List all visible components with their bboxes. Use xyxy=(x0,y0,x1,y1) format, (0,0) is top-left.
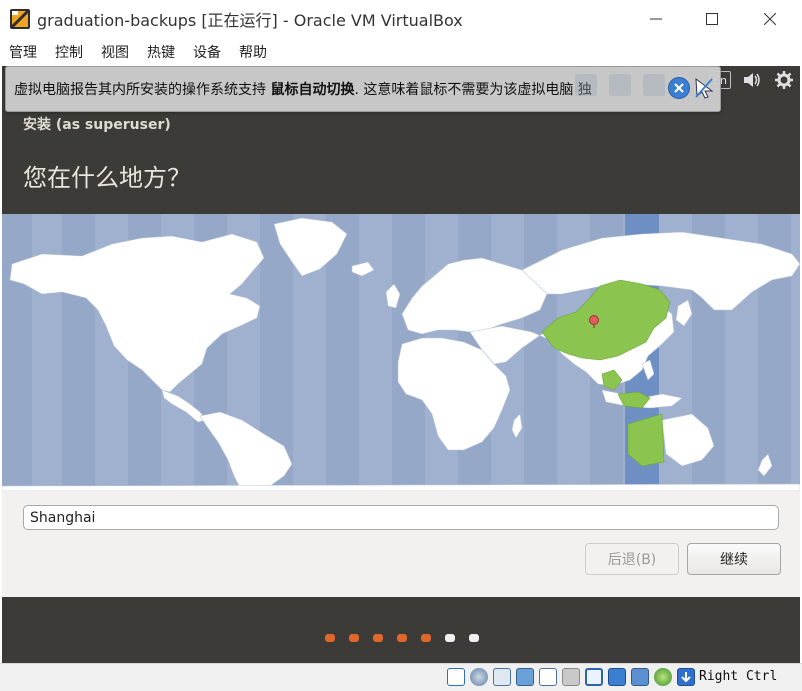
menu-manage[interactable]: 管理 xyxy=(0,42,46,62)
power-gear-icon[interactable] xyxy=(773,70,795,90)
optical-drive-icon[interactable] xyxy=(470,668,488,686)
location-panel: 后退(B) 继续 xyxy=(2,491,800,597)
installer-window-title: 安装 (as superuser) xyxy=(23,117,171,133)
progress-dot xyxy=(421,634,431,642)
virtualbox-icon xyxy=(9,8,31,30)
maximize-button[interactable] xyxy=(689,0,735,38)
menu-control[interactable]: 控制 xyxy=(46,42,92,62)
progress-dot xyxy=(397,634,407,642)
close-icon xyxy=(764,13,776,25)
host-key-label: Right Ctrl xyxy=(699,669,778,684)
window-title: graduation-backups [正在运行] - Oracle VM Vi… xyxy=(37,11,463,30)
timezone-map[interactable] xyxy=(2,214,800,491)
menu-bar: 管理 控制 视图 热键 设备 帮助 xyxy=(0,38,802,66)
progress-dot xyxy=(349,634,359,642)
minimize-button[interactable] xyxy=(633,0,679,38)
hard-disk-icon[interactable] xyxy=(447,668,465,686)
usb-icon[interactable] xyxy=(539,668,557,686)
close-icon xyxy=(674,83,684,93)
status-bar: Right Ctrl xyxy=(0,663,802,691)
menu-view[interactable]: 视图 xyxy=(92,42,138,62)
host-key-arrow-icon[interactable] xyxy=(677,668,695,686)
back-button[interactable]: 后退(B) xyxy=(585,543,679,575)
vm-screen[interactable]: En 安装 (as superuser) 您在什么地方？ xyxy=(2,66,800,663)
page-title: 您在什么地方？ xyxy=(23,164,191,192)
network-icon[interactable] xyxy=(516,668,534,686)
menu-devices[interactable]: 设备 xyxy=(184,42,230,62)
city-input[interactable] xyxy=(23,505,779,530)
continue-button[interactable]: 继续 xyxy=(687,543,781,575)
virtualization-icon[interactable] xyxy=(631,668,649,686)
maximize-icon xyxy=(706,13,718,25)
menu-hotkeys[interactable]: 热键 xyxy=(138,42,184,62)
close-button[interactable] xyxy=(747,0,793,38)
menu-help[interactable]: 帮助 xyxy=(230,42,276,62)
mouse-integration-icon[interactable] xyxy=(694,77,714,99)
mouse-integration-notification[interactable]: 虚拟电脑报告其内所安装的操作系统支持 鼠标自动切换. 这意味着鼠标不需要为该虚拟… xyxy=(5,66,721,112)
progress-dot xyxy=(469,634,479,642)
installer-footer xyxy=(2,597,800,663)
title-bar[interactable]: graduation-backups [正在运行] - Oracle VM Vi… xyxy=(0,0,802,38)
notification-close-button[interactable] xyxy=(668,77,690,99)
progress-dot xyxy=(373,634,383,642)
video-capture-icon[interactable] xyxy=(608,668,626,686)
volume-icon[interactable] xyxy=(741,70,763,90)
progress-dot xyxy=(445,634,455,642)
shared-folders-icon[interactable] xyxy=(562,668,580,686)
notification-text: 虚拟电脑报告其内所安装的操作系统支持 鼠标自动切换. 这意味着鼠标不需要为该虚拟… xyxy=(14,82,592,98)
progress-dot xyxy=(325,634,335,642)
installer-header: 安装 (as superuser) 您在什么地方？ xyxy=(2,110,800,214)
mouse-integration-status-icon[interactable] xyxy=(654,668,672,686)
display-icon[interactable] xyxy=(585,668,603,686)
minimize-icon xyxy=(650,18,662,20)
audio-icon[interactable] xyxy=(493,668,511,686)
